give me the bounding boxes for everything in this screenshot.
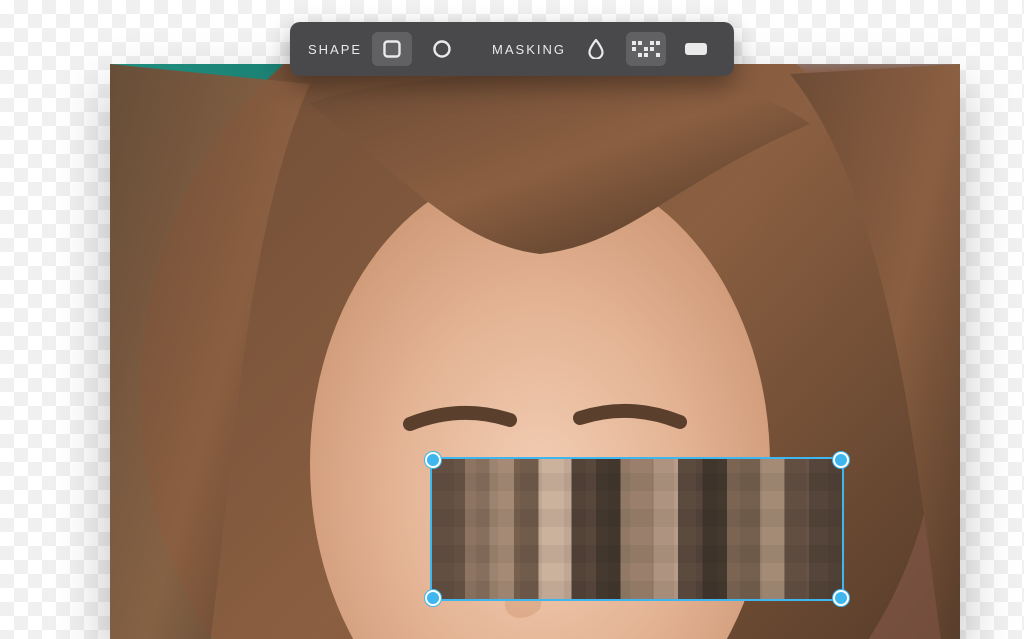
- masking-pixelate-button[interactable]: [626, 32, 666, 66]
- pixelate-mask-region: [432, 459, 842, 599]
- mask-toolbar: SHAPE MASKING: [290, 22, 734, 76]
- mask-selection[interactable]: [432, 459, 842, 599]
- image-canvas[interactable]: [110, 64, 960, 639]
- solid-icon: [685, 43, 707, 55]
- resize-handle-top-right[interactable]: [833, 452, 849, 468]
- rectangle-icon: [382, 39, 402, 59]
- masking-group-label: MASKING: [492, 42, 566, 57]
- resize-handle-top-left[interactable]: [425, 452, 441, 468]
- shape-rectangle-button[interactable]: [372, 32, 412, 66]
- shape-group: SHAPE: [308, 32, 462, 66]
- resize-handle-bottom-right[interactable]: [833, 590, 849, 606]
- circle-icon: [432, 39, 452, 59]
- masking-blur-button[interactable]: [576, 32, 616, 66]
- shape-group-label: SHAPE: [308, 42, 362, 57]
- pixelate-icon: [632, 41, 660, 57]
- masking-solid-button[interactable]: [676, 32, 716, 66]
- resize-handle-bottom-left[interactable]: [425, 590, 441, 606]
- masking-group: MASKING: [492, 32, 716, 66]
- blur-icon: [587, 39, 605, 59]
- shape-circle-button[interactable]: [422, 32, 462, 66]
